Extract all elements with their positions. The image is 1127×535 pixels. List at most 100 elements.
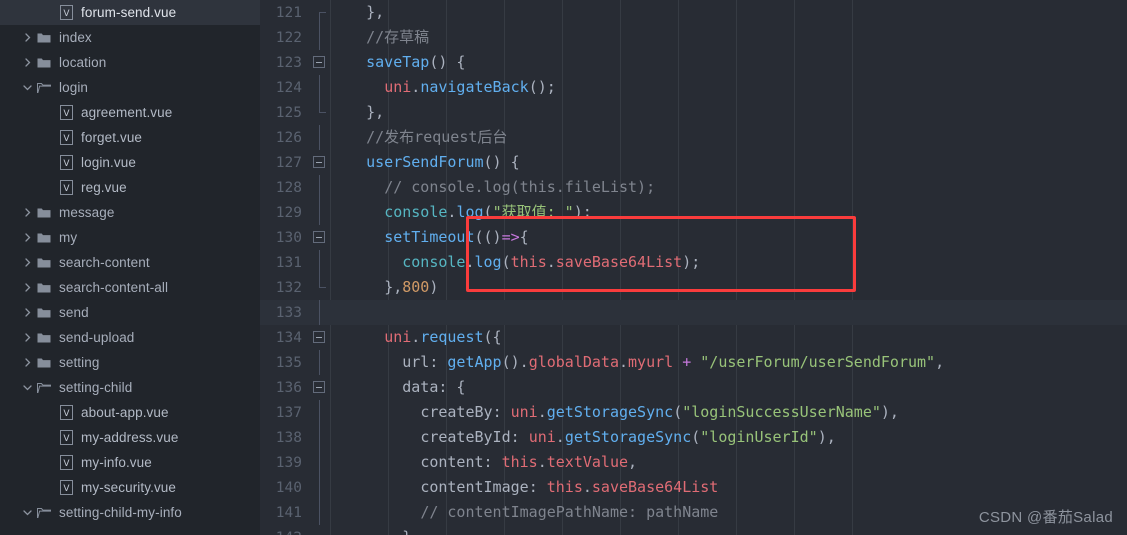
vue-file-icon: V (56, 400, 76, 425)
code-line[interactable]: 124 uni.navigateBack(); (260, 75, 1127, 100)
code-line[interactable]: 136 data: { (260, 375, 1127, 400)
code-line[interactable]: 135 url: getApp().globalData.myurl + "/u… (260, 350, 1127, 375)
tree-item-login[interactable]: login (0, 75, 260, 100)
fold-toggle-icon[interactable] (308, 325, 330, 350)
tree-item-my[interactable]: my (0, 225, 260, 250)
tree-item-agreement-vue[interactable]: Vagreement.vue (0, 100, 260, 125)
code-text: contentImage: this.saveBase64List (420, 478, 719, 496)
code-line[interactable]: 133 (260, 300, 1127, 325)
tree-item-my-info-vue[interactable]: Vmy-info.vue (0, 450, 260, 475)
tree-item-label: forget.vue (81, 130, 143, 145)
tree-item-index[interactable]: index (0, 25, 260, 50)
file-explorer-sidebar[interactable]: Vforum-send.vue index location login Vagreem… (0, 0, 260, 535)
code-line[interactable]: 142 }, (260, 525, 1127, 535)
fold-toggle-icon[interactable] (308, 50, 330, 75)
tree-item-label: agreement.vue (81, 105, 173, 120)
tree-item-label: my-security.vue (81, 480, 177, 495)
code-line[interactable]: 138 createById: uni.getStorageSync("logi… (260, 425, 1127, 450)
tree-item-my-security-vue[interactable]: Vmy-security.vue (0, 475, 260, 500)
fold-guide (308, 275, 330, 300)
code-text: },800) (384, 278, 439, 296)
vue-file-icon: V (56, 0, 76, 25)
code-line[interactable]: 121 }, (260, 0, 1127, 25)
tree-item-send-upload[interactable]: send-upload (0, 325, 260, 350)
code-line[interactable]: 123 saveTap() { (260, 50, 1127, 75)
line-number: 127 (275, 154, 302, 171)
chevron-right-icon[interactable] (20, 200, 34, 225)
line-number: 134 (275, 329, 302, 346)
fold-toggle-icon[interactable] (308, 150, 330, 175)
vue-file-icon: V (56, 125, 76, 150)
line-number: 142 (260, 530, 308, 535)
folder-icon (34, 325, 54, 350)
chevron-down-icon[interactable] (20, 75, 34, 100)
folder-open-icon (34, 500, 54, 525)
tree-item-search-content[interactable]: search-content (0, 250, 260, 275)
tree-item-setting[interactable]: setting (0, 350, 260, 375)
code-lines[interactable]: 121 }, 122 //存草稿 123 saveTap() {124 uni.na… (260, 0, 1127, 535)
chevron-right-icon[interactable] (20, 300, 34, 325)
tree-item-search-content-all[interactable]: search-content-all (0, 275, 260, 300)
fold-guide (308, 300, 330, 325)
code-line[interactable]: 134 uni.request({ (260, 325, 1127, 350)
code-line[interactable]: 126 //发布request后台 (260, 125, 1127, 150)
chevron-right-icon[interactable] (20, 350, 34, 375)
code-line[interactable]: 137 createBy: uni.getStorageSync("loginS… (260, 400, 1127, 425)
tree-item-login-vue[interactable]: Vlogin.vue (0, 150, 260, 175)
chevron-right-icon[interactable] (20, 275, 34, 300)
chevron-right-icon[interactable] (20, 225, 34, 250)
code-line[interactable]: 128 // console.log(this.fileList); (260, 175, 1127, 200)
fold-guide (308, 475, 330, 500)
fold-guide (308, 350, 330, 375)
code-line[interactable]: 129 console.log("获取值: "); (260, 200, 1127, 225)
file-tree[interactable]: Vforum-send.vue index location login Vagreem… (0, 0, 260, 525)
code-text: //存草稿 (366, 28, 430, 46)
tree-item-send[interactable]: send (0, 300, 260, 325)
tree-item-reg-vue[interactable]: Vreg.vue (0, 175, 260, 200)
tree-item-message[interactable]: message (0, 200, 260, 225)
tree-item-setting-child[interactable]: setting-child (0, 375, 260, 400)
chevron-right-icon[interactable] (20, 250, 34, 275)
chevron-right-icon[interactable] (20, 325, 34, 350)
tree-item-forget-vue[interactable]: Vforget.vue (0, 125, 260, 150)
code-line[interactable]: 122 //存草稿 (260, 25, 1127, 50)
tree-item-location[interactable]: location (0, 50, 260, 75)
tree-item-label: my-address.vue (81, 430, 179, 445)
tree-item-label: setting (59, 355, 100, 370)
code-line[interactable]: 141 // contentImagePathName: pathName (260, 500, 1127, 525)
code-line[interactable]: 130 setTimeout(()=>{ (260, 225, 1127, 250)
code-line[interactable]: 131 console.log(this.saveBase64List); (260, 250, 1127, 275)
code-line[interactable]: 132 },800) (260, 275, 1127, 300)
code-text: console.log("获取值: "); (384, 203, 592, 221)
code-text: content: this.textValue, (420, 453, 638, 471)
line-number: 125 (275, 104, 302, 121)
folder-icon (34, 50, 54, 75)
code-editor[interactable]: 121 }, 122 //存草稿 123 saveTap() {124 uni.na… (260, 0, 1127, 535)
chevron-right-icon[interactable] (20, 25, 34, 50)
fold-toggle-icon[interactable] (308, 375, 330, 400)
chevron-right-icon[interactable] (20, 50, 34, 75)
code-line[interactable]: 140 contentImage: this.saveBase64List (260, 475, 1127, 500)
code-line[interactable]: 127 userSendForum() { (260, 150, 1127, 175)
code-text: }, (366, 103, 385, 121)
chevron-down-icon[interactable] (20, 500, 34, 525)
chevron-down-icon[interactable] (20, 375, 34, 400)
code-line[interactable]: 139 content: this.textValue, (260, 450, 1127, 475)
tree-item-label: login (59, 80, 89, 95)
tree-item-about-app-vue[interactable]: Vabout-app.vue (0, 400, 260, 425)
fold-guide (308, 100, 330, 125)
code-text: uni.navigateBack(); (384, 78, 556, 96)
code-text: createById: uni.getStorageSync("loginUse… (420, 428, 836, 446)
tree-item-label: my-info.vue (81, 455, 152, 470)
fold-toggle-icon[interactable] (308, 225, 330, 250)
line-number: 132 (275, 279, 302, 296)
code-line[interactable]: 125 }, (260, 100, 1127, 125)
tree-item-my-address-vue[interactable]: Vmy-address.vue (0, 425, 260, 450)
tree-item-forum-send-vue[interactable]: Vforum-send.vue (0, 0, 260, 25)
tree-item-setting-child-my-info[interactable]: setting-child-my-info (0, 500, 260, 525)
fold-guide (308, 425, 330, 450)
line-number: 137 (275, 404, 302, 421)
vue-file-icon: V (56, 175, 76, 200)
